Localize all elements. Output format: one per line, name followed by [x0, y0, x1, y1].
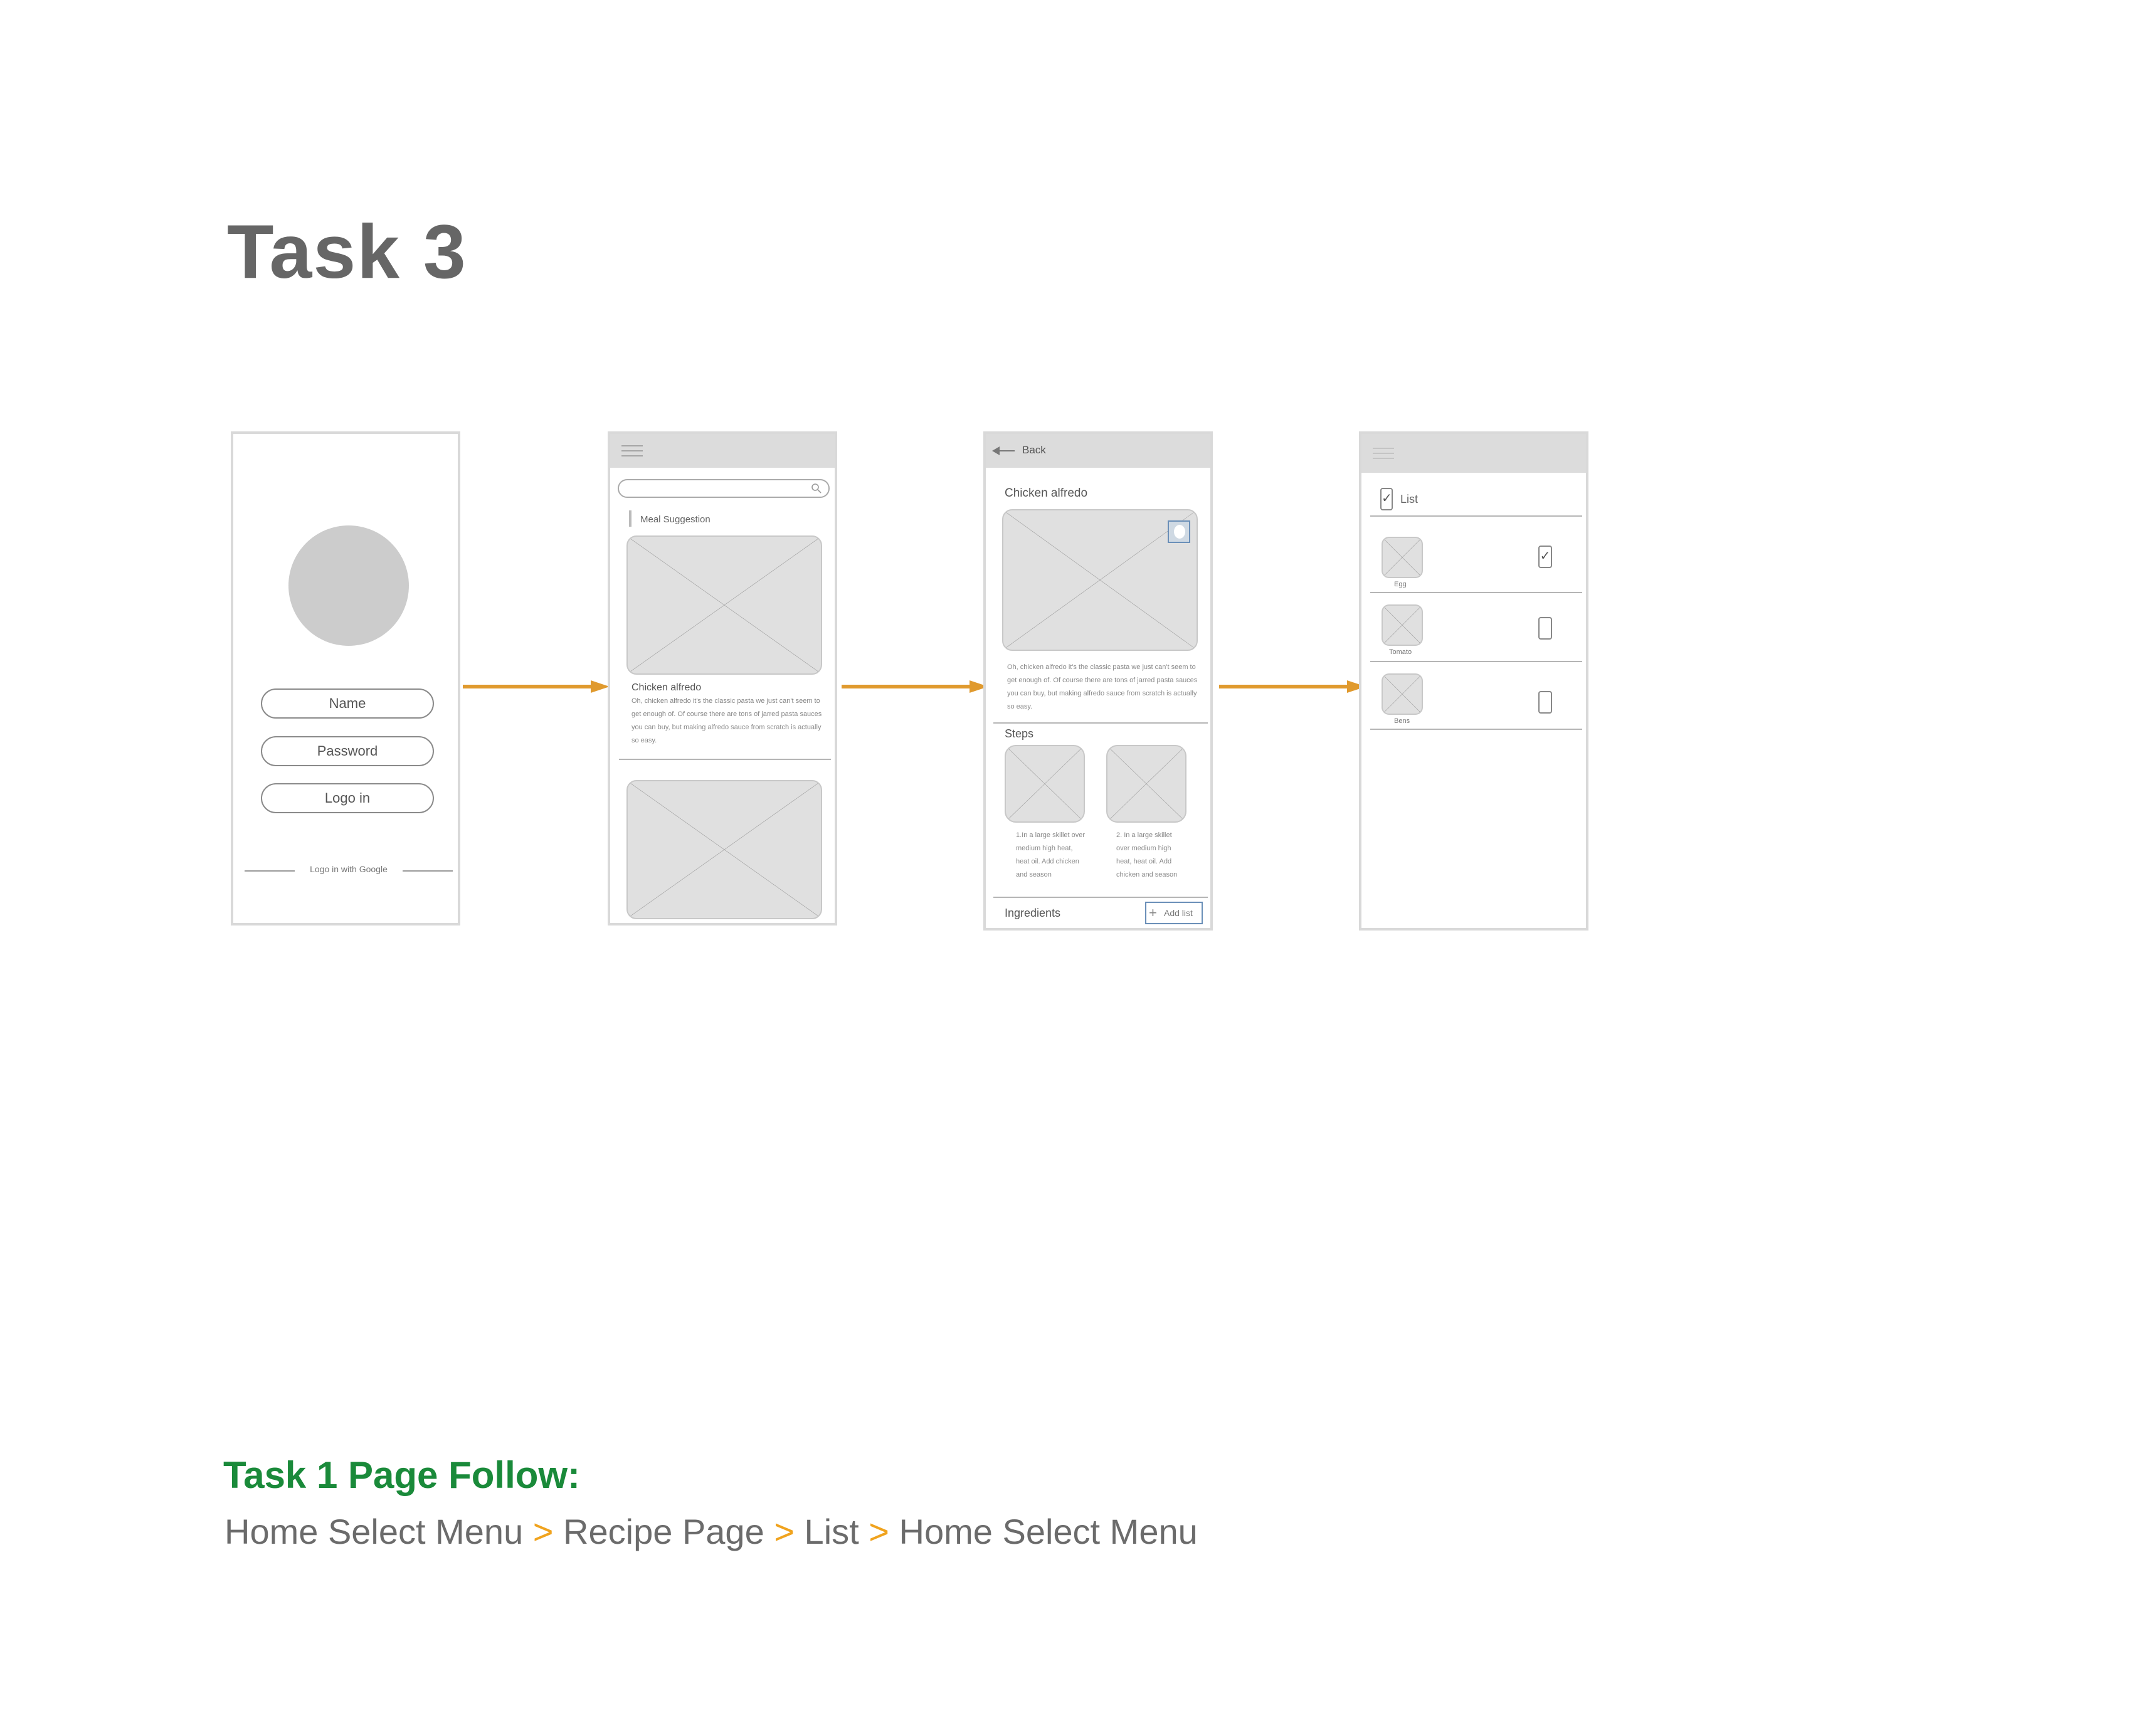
step1-text: 1.In a large skillet over medium high he… [1016, 831, 1086, 878]
password-field-label: Password [317, 743, 378, 759]
flow-step-2: Recipe Page [563, 1512, 764, 1551]
name-field[interactable]: Name [261, 688, 434, 719]
item-label-egg: Egg [1394, 581, 1407, 588]
item-checkbox-tomato[interactable] [1538, 617, 1552, 640]
card-divider [619, 759, 831, 760]
top-bar [610, 434, 835, 468]
home-screen: Meal Suggestion Chicken alfredo Oh, chic… [608, 431, 837, 926]
top-bar: Back [986, 434, 1210, 468]
avatar [288, 525, 409, 646]
flow-step-3: List [804, 1512, 859, 1551]
recipe-image-placeholder-2[interactable] [626, 780, 822, 919]
meal-icon [629, 510, 631, 527]
item-label-tomato: Tomato [1389, 648, 1412, 656]
flow-title: Task 1 Page Follow: [223, 1454, 581, 1496]
section-divider-1 [993, 722, 1208, 724]
flow-breadcrumb: Home Select Menu > Recipe Page > List > … [225, 1511, 1198, 1552]
recipe-title: Chicken alfredo [1005, 487, 1088, 500]
item-label-bens: Bens [1394, 717, 1410, 725]
item-thumbnail-tomato [1382, 604, 1423, 646]
flow-separator: > [774, 1512, 795, 1551]
list-title: List [1400, 493, 1419, 505]
meal-suggestion-label: Meal Suggestion [640, 514, 711, 525]
recipe-image-placeholder[interactable] [626, 535, 822, 675]
add-list-label: Add list [1164, 908, 1193, 918]
recipe-description: Oh, chicken alfredo it's the classic pas… [1007, 663, 1198, 710]
recipe-screen: Back Chicken alfredo Oh, chicken alfredo… [983, 431, 1213, 931]
plus-icon: + [1149, 905, 1157, 920]
list-screen: ✓ List Egg ✓ Tomato Bens [1359, 431, 1588, 931]
item-checkbox-egg[interactable]: ✓ [1538, 546, 1552, 568]
list-row-divider [1370, 592, 1582, 593]
flow-arrow-3 [1219, 680, 1366, 693]
flow-arrow-2 [842, 680, 988, 693]
card-title[interactable]: Chicken alfredo [631, 682, 701, 693]
step2-image [1106, 745, 1186, 823]
menu-icon[interactable] [621, 445, 643, 458]
step1-image [1005, 745, 1085, 823]
item-thumbnail-egg [1382, 537, 1423, 578]
login-screen: Name Password Logo in Logo in with Googl… [231, 431, 460, 926]
flow-separator: > [869, 1512, 889, 1551]
item-thumbnail-bens [1382, 673, 1423, 715]
add-list-button[interactable]: + Add list [1145, 902, 1203, 924]
google-login-link[interactable]: Logo in with Google [299, 864, 399, 874]
top-bar [1361, 434, 1586, 473]
card-description: Oh, chicken alfredo it's the classic pas… [631, 697, 822, 744]
page-title: Task 3 [227, 209, 467, 294]
list-icon: ✓ [1380, 488, 1393, 510]
login-button-label: Logo in [324, 790, 371, 806]
flow-step-4: Home Select Menu [899, 1512, 1198, 1551]
menu-icon[interactable] [1373, 448, 1394, 460]
favorite-icon[interactable] [1168, 520, 1190, 543]
list-row-divider [1370, 661, 1582, 662]
item-checkbox-bens[interactable] [1538, 691, 1552, 714]
recipe-hero-image [1002, 509, 1198, 651]
list-row-divider [1370, 729, 1582, 730]
steps-label: Steps [1005, 727, 1034, 740]
flow-arrow-1 [463, 680, 610, 693]
password-field[interactable]: Password [261, 736, 434, 766]
login-button[interactable]: Logo in [261, 783, 434, 813]
divider-right [403, 870, 453, 872]
name-field-label: Name [329, 695, 366, 711]
step2-text: 2. In a large skillet over medium high h… [1116, 831, 1178, 878]
divider-left [245, 870, 295, 872]
back-arrow-icon[interactable] [992, 446, 1015, 455]
search-icon [811, 483, 822, 493]
ingredients-label: Ingredients [1005, 907, 1061, 919]
flow-separator: > [532, 1512, 554, 1551]
section-divider-2 [993, 897, 1208, 898]
list-header-divider [1370, 515, 1582, 517]
search-input[interactable] [618, 479, 830, 498]
flow-step-1: Home Select Menu [225, 1512, 524, 1551]
back-label[interactable]: Back [1022, 444, 1046, 456]
